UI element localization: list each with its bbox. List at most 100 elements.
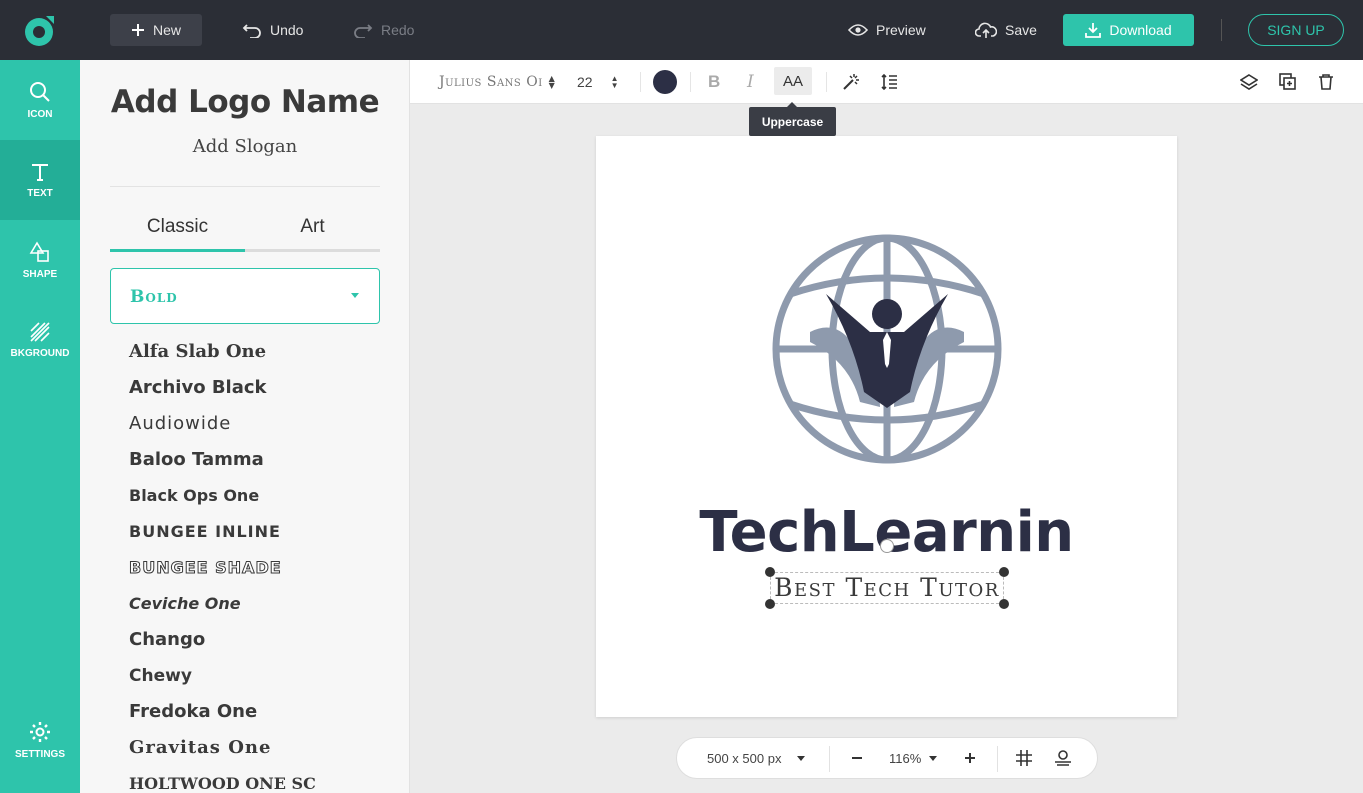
undo-button[interactable]: Undo	[242, 14, 303, 46]
globe-people-logo-icon[interactable]	[770, 232, 1004, 466]
undo-icon	[242, 24, 261, 38]
align-center-button[interactable]	[1054, 738, 1072, 778]
font-item[interactable]: Audiowide	[129, 412, 389, 448]
font-item[interactable]: Archivo Black	[129, 376, 389, 412]
new-button[interactable]: New	[110, 14, 202, 46]
undo-label: Undo	[270, 22, 304, 38]
save-label: Save	[1005, 22, 1037, 38]
plus-icon	[131, 24, 144, 36]
chevron-down-icon	[797, 755, 806, 761]
panel-divider	[110, 186, 380, 187]
rail-item-icon[interactable]: ICON	[0, 60, 80, 140]
preview-button[interactable]: Preview	[848, 14, 926, 46]
up-down-icon: ▲ ▼	[610, 74, 619, 90]
eye-icon	[848, 24, 868, 36]
align-bottom-icon	[1055, 750, 1071, 766]
download-button[interactable]: Download	[1063, 14, 1194, 46]
delete-button[interactable]	[1317, 60, 1335, 104]
zoom-value: 116%	[889, 750, 922, 766]
rail-item-label: ICON	[27, 108, 53, 120]
gear-icon	[30, 721, 50, 742]
font-category-value: Bold	[130, 287, 178, 307]
line-spacing-button[interactable]	[880, 60, 898, 104]
font-item[interactable]: Chewy	[129, 664, 389, 700]
duplicate-button[interactable]	[1279, 60, 1297, 104]
tab-classic[interactable]: Classic	[110, 216, 245, 238]
add-slogan[interactable]: Add Slogan	[80, 136, 409, 157]
font-item[interactable]: Chango	[129, 628, 389, 664]
font-item[interactable]: Gravitas One	[129, 736, 389, 772]
layers-button[interactable]	[1240, 60, 1258, 104]
resize-handle[interactable]	[765, 599, 775, 609]
logo-canvas[interactable]: TechLearnin Best Tech Tutor	[596, 136, 1177, 717]
logo-slogan[interactable]: Best Tech Tutor	[771, 573, 1003, 603]
font-family-value: Julius Sans Oi	[439, 74, 543, 90]
zoom-in-button[interactable]	[964, 738, 976, 778]
font-item[interactable]: BUNGEE INLINE	[129, 520, 389, 556]
uppercase-button[interactable]: AA	[774, 67, 812, 95]
download-label: Download	[1109, 22, 1172, 38]
font-item[interactable]: BUNGEE SHADE	[129, 556, 389, 592]
zoombar-divider	[829, 746, 830, 772]
top-bar: New Undo Redo Preview Save Download SIGN…	[0, 0, 1363, 60]
tab-art[interactable]: Art	[245, 216, 380, 238]
app-logo-icon[interactable]	[22, 12, 58, 48]
resize-handle[interactable]	[999, 599, 1009, 609]
redo-label: Redo	[381, 22, 415, 38]
up-down-icon: ▲ ▼	[548, 74, 556, 90]
add-logo-name[interactable]: Add Logo Name	[80, 84, 409, 120]
resize-handle[interactable]	[999, 567, 1009, 577]
font-family-select[interactable]: Julius Sans Oi ▲ ▼	[439, 60, 555, 104]
font-size-select[interactable]: 22 ▲ ▼	[577, 60, 619, 104]
rail-item-label: SHAPE	[22, 268, 58, 280]
logo-brand-name[interactable]: TechLearnin	[596, 500, 1177, 565]
font-item[interactable]: Black Ops One	[129, 484, 389, 520]
font-item[interactable]: Ceviche One	[129, 592, 389, 628]
rail-item-background[interactable]: BKGROUND	[0, 300, 80, 380]
zoom-select[interactable]: 116%	[889, 738, 938, 778]
left-rail: ICON TEXT SHAPE BKGROUND SETTINGS	[0, 60, 80, 793]
font-tabs: Classic Art	[110, 216, 380, 252]
font-item[interactable]: HOLTWOOD ONE SC	[129, 772, 389, 793]
redo-button[interactable]: Redo	[353, 14, 414, 46]
grid-toggle-button[interactable]	[1016, 738, 1032, 778]
magic-wand-icon	[843, 74, 859, 90]
zoom-out-button[interactable]	[851, 738, 863, 778]
minus-icon	[852, 757, 862, 759]
rotate-handle[interactable]	[880, 539, 894, 553]
uppercase-tooltip: Uppercase	[749, 102, 836, 136]
rail-item-settings[interactable]: SETTINGS	[0, 700, 80, 780]
canvas-zoom-bar: 500 x 500 px 116%	[676, 737, 1098, 779]
font-list: Alfa Slab One Archivo Black Audiowide Ba…	[129, 340, 389, 793]
resize-handle[interactable]	[765, 567, 775, 577]
effects-button[interactable]	[842, 60, 860, 104]
duplicate-icon	[1279, 73, 1296, 90]
toolbar-divider	[690, 72, 691, 92]
font-item[interactable]: Alfa Slab One	[129, 340, 389, 376]
font-category-select[interactable]: Bold	[110, 268, 380, 324]
bold-button[interactable]: B	[708, 60, 720, 104]
rail-item-shape[interactable]: SHAPE	[0, 220, 80, 300]
sign-up-button[interactable]: SIGN UP	[1248, 14, 1344, 46]
canvas-size-select[interactable]: 500 x 500 px	[707, 738, 806, 778]
shape-icon	[29, 240, 49, 262]
download-icon	[1085, 23, 1102, 38]
font-size-value: 22	[577, 74, 593, 90]
text-panel: Add Logo Name Add Slogan Classic Art Bol…	[80, 60, 410, 793]
line-spacing-icon	[881, 73, 897, 91]
italic-button[interactable]: I	[747, 60, 754, 104]
text-toolbar: Julius Sans Oi ▲ ▼ 22 ▲ ▼ B I AA	[410, 60, 1363, 104]
slogan-text-box[interactable]: Best Tech Tutor	[770, 572, 1004, 604]
font-item[interactable]: Fredoka One	[129, 700, 389, 736]
rail-item-text[interactable]: TEXT	[0, 140, 80, 220]
chevron-down-icon	[929, 755, 938, 761]
toolbar-divider	[640, 72, 641, 92]
rail-item-label: BKGROUND	[10, 347, 70, 359]
save-button[interactable]: Save	[975, 14, 1037, 46]
canvas-size-value: 500 x 500 px	[707, 750, 782, 766]
active-tab-indicator	[110, 249, 245, 252]
trash-icon	[1319, 74, 1333, 90]
font-item[interactable]: Baloo Tamma	[129, 448, 389, 484]
text-color-swatch[interactable]	[653, 70, 677, 94]
redo-icon	[354, 24, 373, 38]
